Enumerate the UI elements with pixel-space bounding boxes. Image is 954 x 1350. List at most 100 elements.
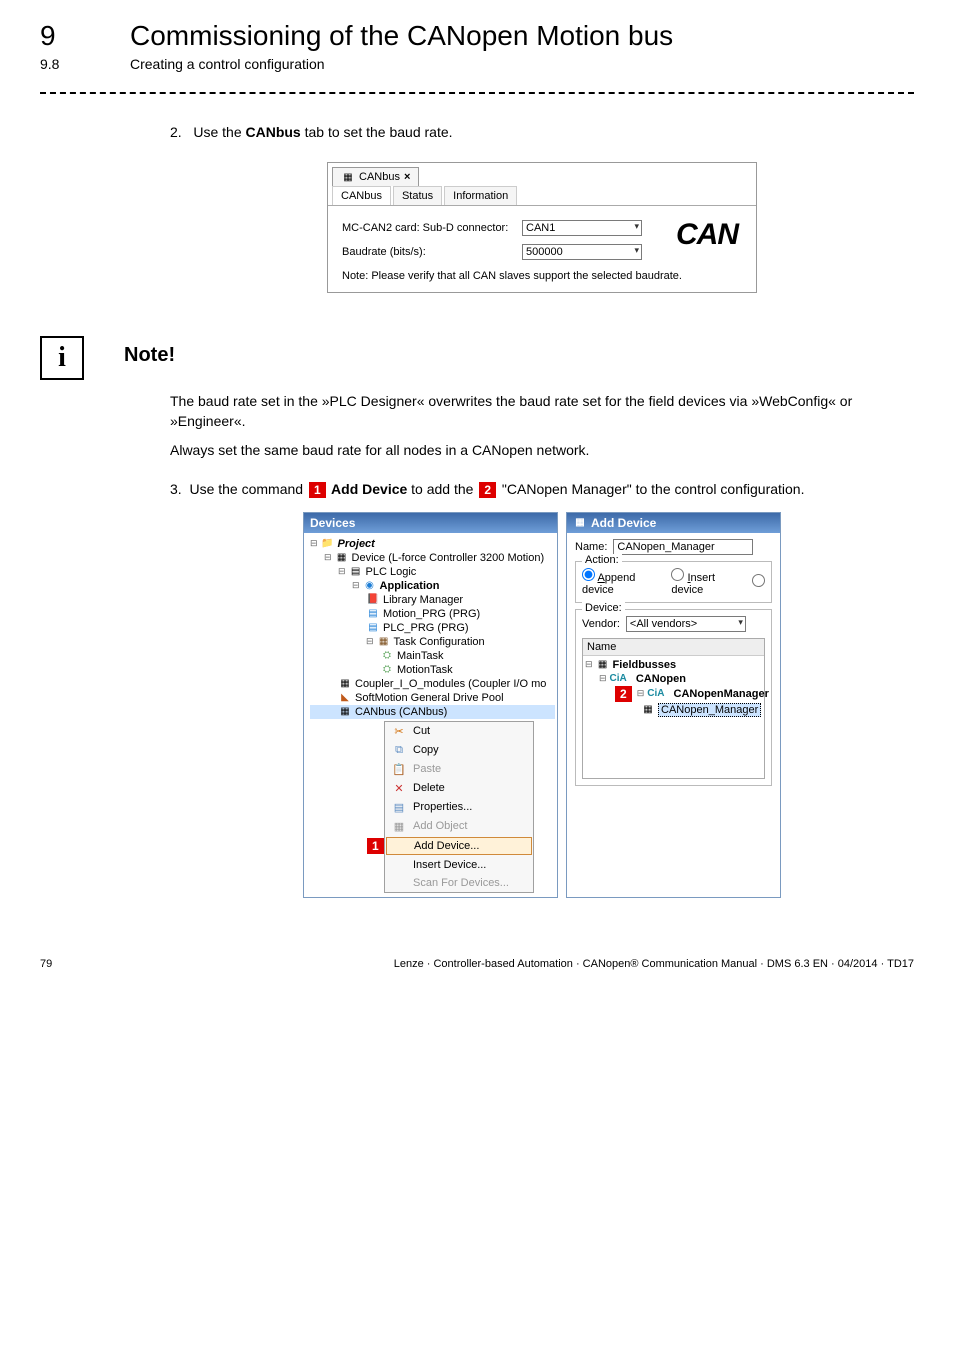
connector-select[interactable]: CAN1 [522, 220, 642, 236]
expand-icon[interactable]: ⊟ [585, 659, 593, 670]
tree-motion-prg[interactable]: Motion_PRG (PRG) [383, 608, 480, 620]
insert-device-radio[interactable]: Insert device [671, 568, 742, 596]
step-3-d: "CANopen Manager" to the control configu… [498, 481, 804, 497]
section-title: Creating a control configuration [130, 56, 325, 72]
close-icon[interactable]: × [404, 171, 410, 183]
callout-marker-2: 2 [615, 686, 632, 702]
menu-cut[interactable]: ✂Cut [385, 722, 533, 741]
expand-icon[interactable]: ⊟ [366, 636, 374, 647]
step-3-num: 3. [170, 481, 182, 497]
info-icon: i [40, 336, 84, 380]
softmotion-icon: ◣ [338, 692, 352, 704]
canbus-doc-icon: ▦ [341, 171, 355, 183]
vendor-label: Vendor: [582, 618, 620, 630]
tree-canopen-manager-leaf[interactable]: CANopen_Manager [658, 703, 761, 717]
tree-canopen[interactable]: CANopen [636, 673, 686, 685]
note-p2: Always set the same baud rate for all no… [170, 441, 914, 461]
third-radio[interactable] [752, 574, 765, 590]
baudrate-select[interactable]: 500000 [522, 244, 642, 260]
tab-status[interactable]: Status [393, 186, 442, 205]
tree-device[interactable]: Device (L-force Controller 3200 Motion) [352, 552, 545, 564]
note-body: The baud rate set in the »PLC Designer« … [170, 392, 914, 461]
vendor-select[interactable]: <All vendors> [626, 616, 746, 632]
menu-add-object: ▦Add Object [385, 817, 533, 836]
step-3-c: to add the [407, 481, 477, 497]
devices-panel: Devices ⊟📁Project ⊟▦Device (L-force Cont… [303, 512, 558, 898]
step-3: 3. Use the command 1 Add Device to add t… [170, 481, 914, 498]
devices-tree[interactable]: ⊟📁Project ⊟▦Device (L-force Controller 3… [304, 533, 557, 897]
tree-canopenmanager[interactable]: CANopenManager [674, 688, 769, 700]
step-2-bold: CANbus [246, 124, 301, 140]
tree-application[interactable]: Application [380, 580, 440, 592]
add-device-title: ▦Add Device [567, 513, 780, 533]
devices-panel-title: Devices [304, 513, 557, 533]
menu-delete[interactable]: ✕Delete [385, 779, 533, 798]
marker-1: 1 [309, 482, 326, 498]
tree-motion-task[interactable]: MotionTask [397, 664, 453, 676]
step-3-b: Add Device [328, 481, 408, 497]
chapter-title: Commissioning of the CANopen Motion bus [130, 20, 673, 52]
tab-canbus[interactable]: CANbus [332, 186, 391, 205]
expand-icon[interactable]: ⊟ [324, 552, 332, 563]
application-icon: ◉ [363, 580, 377, 592]
page-number: 79 [40, 958, 52, 970]
canbus-screenshot: ▦ CANbus × CANbus Status Information CAN… [327, 162, 757, 293]
delete-icon: ✕ [391, 782, 407, 795]
device-icon: ▦ [335, 552, 349, 564]
cia-icon: CiA [647, 688, 664, 699]
expand-icon[interactable]: ⊟ [338, 566, 346, 577]
fieldbusses-icon: ▦ [596, 659, 610, 671]
note-p1: The baud rate set in the »PLC Designer« … [170, 392, 914, 431]
menu-paste: 📋Paste [385, 760, 533, 779]
prg-icon: ▤ [366, 622, 380, 634]
tree-softmotion[interactable]: SoftMotion General Drive Pool [355, 692, 504, 704]
properties-icon: ▤ [391, 801, 407, 814]
cut-icon: ✂ [391, 725, 407, 738]
prg-icon: ▤ [366, 608, 380, 620]
menu-copy[interactable]: ⧉Copy [385, 741, 533, 760]
tree-task-config[interactable]: Task Configuration [394, 636, 485, 648]
can-logo: CAN [676, 218, 738, 252]
tree-main-task[interactable]: MainTask [397, 650, 443, 662]
task-icon: ⛭ [380, 664, 394, 676]
note-title: Note! [124, 336, 175, 367]
append-device-radio[interactable]: Append device [582, 568, 661, 596]
footer-text: Lenze · Controller-based Automation · CA… [394, 958, 914, 970]
menu-insert-device[interactable]: Insert Device... [385, 856, 533, 874]
baudrate-label: Baudrate (bits/s): [342, 246, 522, 258]
expand-icon[interactable]: ⊟ [310, 538, 318, 549]
cia-icon: CiA [610, 673, 627, 684]
divider [40, 92, 914, 94]
device-legend: Device: [582, 602, 625, 614]
menu-add-device[interactable]: 1 Add Device... [386, 837, 532, 855]
tree-coupler[interactable]: Coupler_I_O_modules (Coupler I/O mo [355, 678, 546, 690]
step-2: 2. Use the CANbus tab to set the baud ra… [170, 124, 914, 140]
col-name: Name [583, 639, 764, 656]
tree-project[interactable]: Project [338, 538, 375, 550]
task-config-icon: ▦ [377, 636, 391, 648]
canbus-icon: ▦ [338, 706, 352, 718]
expand-icon[interactable]: ⊟ [637, 688, 645, 699]
device-tree[interactable]: Name ⊟▦Fieldbusses ⊟CiA CANopen 2 ⊟CiA C… [582, 638, 765, 779]
step-2-pre: Use the [193, 124, 245, 140]
connector-label: MC-CAN2 card: Sub-D connector: [342, 222, 522, 234]
tree-fieldbusses[interactable]: Fieldbusses [613, 659, 677, 671]
document-tab-canbus[interactable]: ▦ CANbus × [332, 167, 419, 186]
task-icon: ⛭ [380, 650, 394, 662]
menu-properties[interactable]: ▤Properties... [385, 798, 533, 817]
tab-information[interactable]: Information [444, 186, 517, 205]
tree-library-manager[interactable]: Library Manager [383, 594, 463, 606]
tree-plc-logic[interactable]: PLC Logic [366, 566, 417, 578]
name-input[interactable] [613, 539, 753, 555]
tree-canbus[interactable]: CANbus (CANbus) [355, 706, 447, 718]
page-footer: 79 Lenze · Controller-based Automation ·… [40, 958, 914, 990]
section-number: 9.8 [40, 56, 130, 72]
expand-icon[interactable]: ⊟ [352, 580, 360, 591]
library-icon: 📕 [366, 594, 380, 606]
expand-icon[interactable]: ⊟ [599, 673, 607, 684]
step-3-a: Use the command [189, 481, 307, 497]
marker-2: 2 [479, 482, 496, 498]
copy-icon: ⧉ [391, 744, 407, 757]
add-device-dialog: ▦Add Device Name: Action: Append device … [566, 512, 781, 898]
tree-plc-prg[interactable]: PLC_PRG (PRG) [383, 622, 469, 634]
